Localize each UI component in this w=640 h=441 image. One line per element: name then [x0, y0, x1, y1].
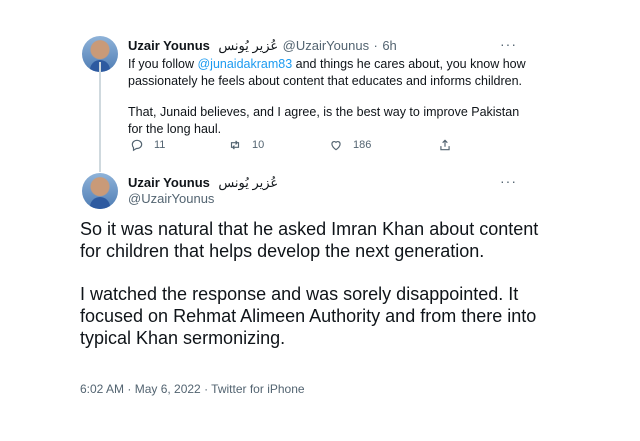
retweet-icon [230, 140, 240, 150]
reply-button[interactable]: 11 [130, 138, 165, 152]
avatar[interactable] [82, 173, 118, 209]
tweet2-handle[interactable]: @UzairYounus [128, 191, 214, 206]
tweet2-paragraph2: I watched the response and was sorely di… [80, 284, 537, 348]
tweet1-paragraph1: If you follow @junaidakram83 and things … [128, 56, 528, 90]
like-count: 186 [353, 139, 372, 151]
share-icon [440, 139, 450, 151]
tweet2-header: Uzair Younus عُزیر یُونس [128, 174, 278, 192]
share-button[interactable] [438, 138, 452, 152]
heart-icon [331, 141, 341, 151]
tweet1-separator: · [373, 38, 378, 53]
tweet2-paragraph1: So it was natural that he asked Imran Kh… [80, 219, 539, 261]
reply-count: 11 [154, 139, 166, 151]
tweet1-action-bar: 11 10 186 [128, 138, 458, 156]
tweet1-mention-link[interactable]: @junaidakram83 [197, 57, 292, 71]
tweet1-handle[interactable]: @UzairYounus [283, 38, 369, 53]
reply-icon [131, 139, 143, 152]
tweet2-display-name[interactable]: Uzair Younus [128, 175, 210, 190]
tweet1-urdu-name[interactable]: عُزیر یُونس [218, 38, 278, 53]
retweet-button[interactable]: 10 [228, 138, 264, 152]
tweet1-header: Uzair Younus عُزیر یُونس @UzairYounus · … [128, 37, 397, 55]
tweet1-time[interactable]: 6h [382, 38, 396, 53]
tweet2-timestamp[interactable]: 6:02 AM · May 6, 2022 · Twitter for iPho… [80, 382, 305, 396]
retweet-count: 10 [252, 139, 265, 151]
thread-connector [99, 62, 101, 172]
tweet2-urdu-name[interactable]: عُزیر یُونس [218, 175, 278, 190]
tweet2-text: So it was natural that he asked Imran Kh… [80, 218, 550, 370]
like-button[interactable]: 186 [329, 138, 371, 152]
tweet1-display-name[interactable]: Uzair Younus [128, 38, 210, 53]
tweet2-more-icon[interactable]: ··· [500, 173, 517, 189]
tweet1-text-before-mention: If you follow [128, 57, 198, 71]
tweet1-more-icon[interactable]: ··· [500, 36, 517, 52]
tweet1-paragraph2: That, Junaid believes, and I agree, is t… [128, 105, 520, 136]
